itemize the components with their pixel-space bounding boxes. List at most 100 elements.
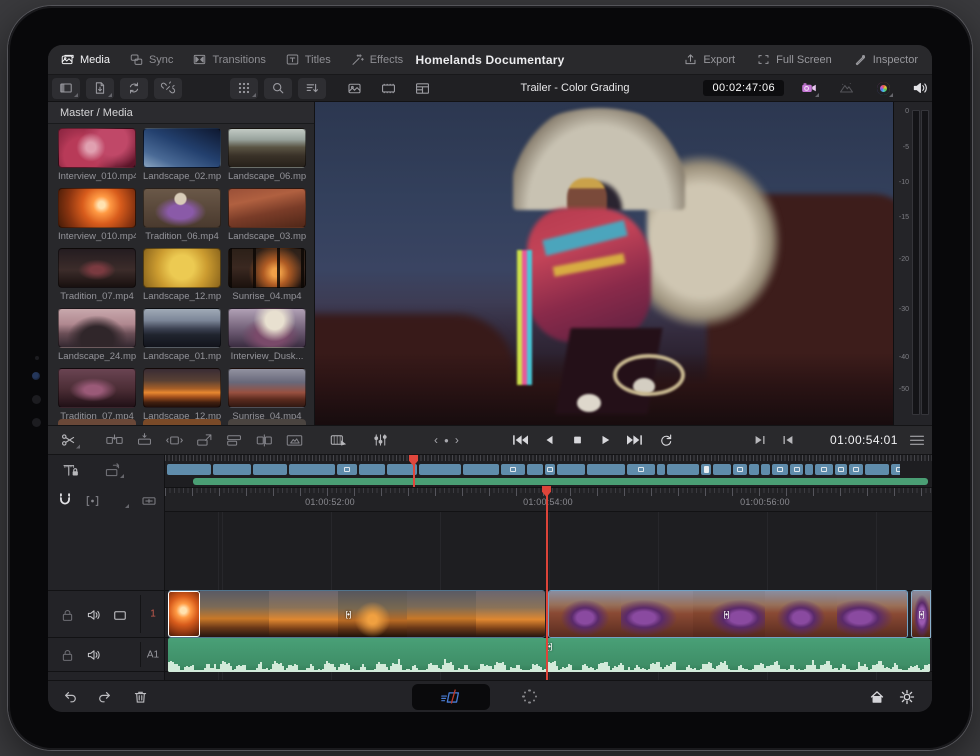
media-clip[interactable]: Landscape_01.mp4 <box>143 308 221 362</box>
media-clip[interactable]: Landscape_12.mp4 <box>143 368 221 422</box>
tab-sync[interactable]: Sync <box>129 52 173 67</box>
tab-transitions[interactable]: Transitions <box>192 52 265 67</box>
play-from-in-button[interactable] <box>780 432 796 449</box>
ripple-overwrite-icon[interactable] <box>254 432 275 449</box>
fit-to-fill-icon[interactable] <box>284 432 305 449</box>
filmstrip-view-button[interactable] <box>374 78 402 99</box>
settings-button[interactable] <box>898 688 916 706</box>
timeline-overview[interactable] <box>165 455 932 488</box>
audio-track-label[interactable]: A1 <box>144 649 162 660</box>
insert-clip-icon[interactable] <box>104 432 125 449</box>
overwrite-clip-icon[interactable] <box>134 432 155 449</box>
step-back-button[interactable] <box>542 432 557 449</box>
play-to-out-button[interactable] <box>752 432 768 449</box>
video-clip-sunset[interactable] <box>168 590 545 638</box>
overview-clip-segment[interactable] <box>167 464 211 475</box>
audio-track-mute-button[interactable] <box>86 647 102 663</box>
undo-button[interactable] <box>62 689 79 705</box>
overview-clip-segment[interactable] <box>337 464 357 475</box>
timeline-timecode-display[interactable]: 01:00:54:01 <box>830 433 898 447</box>
media-clip[interactable]: Landscape_12.mp4 <box>143 248 221 302</box>
overview-clip-segment[interactable] <box>627 464 655 475</box>
video-track-number[interactable]: 1 <box>144 609 162 620</box>
place-on-top-icon[interactable] <box>194 432 215 449</box>
append-clip-icon[interactable] <box>224 432 245 449</box>
import-media-button[interactable] <box>86 78 114 99</box>
overview-clip-segment[interactable] <box>790 464 803 475</box>
replace-clip-icon[interactable] <box>164 432 185 449</box>
tab-media[interactable]: Media <box>60 52 110 67</box>
trim-tool-button[interactable] <box>56 459 84 480</box>
transport-menu-button[interactable] <box>910 433 924 448</box>
media-clip[interactable]: Interview_Dusk... <box>228 308 306 362</box>
inspector-button[interactable]: Inspector <box>853 52 918 67</box>
media-clip[interactable]: Interview_010.mp4 <box>58 188 136 242</box>
overview-clip-segment[interactable] <box>849 464 863 475</box>
sidebar-toggle-button[interactable] <box>52 78 80 99</box>
stabilization-button[interactable] <box>834 78 858 99</box>
overview-clip-segment[interactable] <box>761 464 770 475</box>
overview-clip-segment[interactable] <box>657 464 665 475</box>
overview-clip-segment[interactable] <box>419 464 461 475</box>
full-screen-button[interactable]: Full Screen <box>756 52 832 67</box>
relink-clips-button[interactable] <box>120 78 148 99</box>
delete-button[interactable] <box>132 688 149 705</box>
cut-page-button[interactable] <box>439 687 463 707</box>
overview-clip-segment[interactable] <box>289 464 335 475</box>
clip-volume-button[interactable] <box>140 493 158 509</box>
play-button[interactable] <box>598 432 613 449</box>
jog-control[interactable]: ‹●› <box>434 433 465 447</box>
media-clip[interactable]: Landscape_03.mp4 <box>228 188 306 242</box>
audio-monitor-button[interactable] <box>908 78 932 99</box>
overview-clip-segment[interactable] <box>545 464 555 475</box>
search-button[interactable] <box>264 78 292 99</box>
overview-clip-segment[interactable] <box>772 464 788 475</box>
strip-view-button[interactable] <box>408 78 436 99</box>
media-clip[interactable]: Tradition_06.mp4 <box>143 188 221 242</box>
go-to-start-button[interactable] <box>510 432 529 449</box>
home-button[interactable] <box>868 688 886 705</box>
media-clip[interactable]: Sunrise_04.mp4 <box>228 368 306 422</box>
sort-button[interactable] <box>298 78 326 99</box>
overview-clip-segment[interactable] <box>359 464 385 475</box>
overview-clip-segment[interactable] <box>891 464 900 475</box>
mixer-button[interactable] <box>366 430 394 451</box>
video-track-lock-button[interactable] <box>60 608 75 623</box>
video-track-mute-button[interactable] <box>86 607 102 623</box>
flag-tool-button[interactable] <box>114 494 131 510</box>
redo-button[interactable] <box>96 689 113 705</box>
overview-clip-segment[interactable] <box>587 464 625 475</box>
overview-clip-segment[interactable] <box>463 464 499 475</box>
overview-clip-segment[interactable] <box>667 464 699 475</box>
grid-view-button[interactable] <box>230 78 258 99</box>
unlink-clips-button[interactable] <box>154 78 182 99</box>
source-timecode-display[interactable]: 00:02:47:06 <box>703 80 784 96</box>
tab-effects[interactable]: Effects <box>350 52 403 67</box>
media-clip[interactable]: Landscape_06.mp4 <box>228 128 306 182</box>
overview-clip-segment[interactable] <box>557 464 585 475</box>
go-to-end-button[interactable] <box>626 432 645 449</box>
thumbnail-view-button[interactable] <box>340 78 368 99</box>
stop-button[interactable] <box>570 432 585 449</box>
overview-clip-segment[interactable] <box>805 464 813 475</box>
timeline-swap-button[interactable] <box>98 459 126 480</box>
marker-tool-button[interactable] <box>84 493 101 509</box>
media-clip[interactable]: Landscape_24.mp4 <box>58 308 136 362</box>
overview-clip-segment[interactable] <box>865 464 889 475</box>
media-clip[interactable]: Landscape_02.mp4 <box>143 128 221 182</box>
media-clip[interactable]: Tradition_07.mp4 <box>58 368 136 422</box>
cut-tool-button[interactable] <box>54 430 82 451</box>
timeline-name-label[interactable]: Trailer - Color Grading <box>520 82 629 94</box>
media-clip[interactable]: Tradition_07.mp4 <box>58 248 136 302</box>
overview-clip-segment[interactable] <box>835 464 847 475</box>
color-grade-button[interactable] <box>871 78 895 99</box>
export-button[interactable]: Export <box>683 52 735 67</box>
overview-clip-segment[interactable] <box>527 464 543 475</box>
video-track-enable-button[interactable] <box>112 608 128 623</box>
overview-clip-segment[interactable] <box>501 464 525 475</box>
snapping-button[interactable] <box>56 491 74 509</box>
overview-clip-segment[interactable] <box>213 464 251 475</box>
breadcrumb[interactable]: Master / Media <box>48 102 314 124</box>
overview-clip-segment[interactable] <box>733 464 747 475</box>
overview-clip-segment[interactable] <box>253 464 287 475</box>
